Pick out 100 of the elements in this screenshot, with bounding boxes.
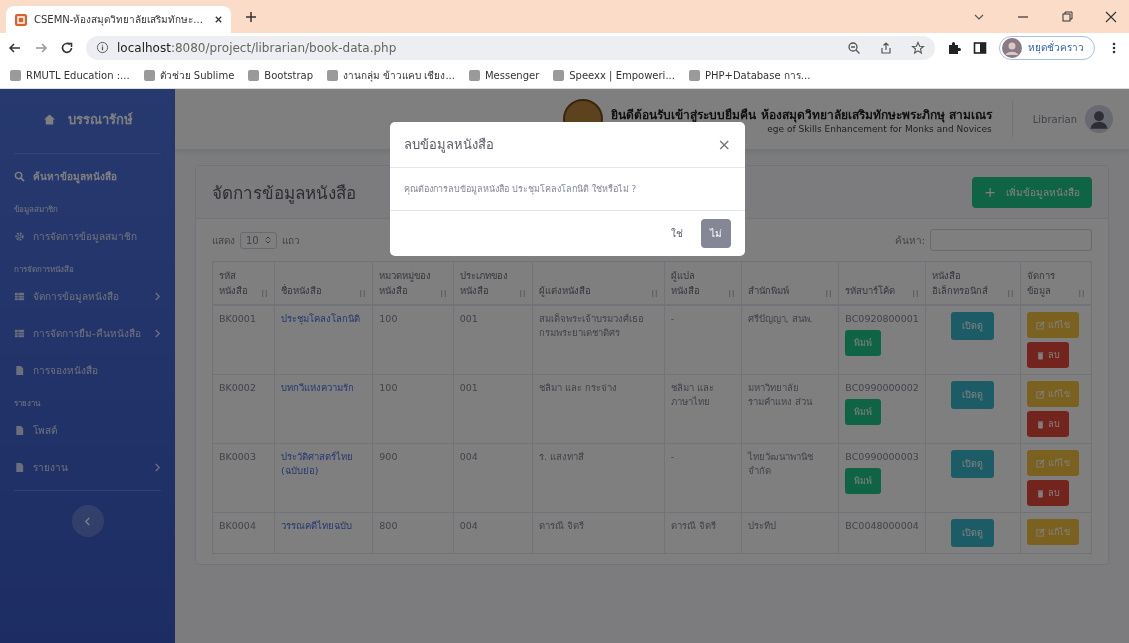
bookmark[interactable]: ตัวช่วย Sublime	[143, 67, 235, 83]
star-icon[interactable]	[911, 40, 925, 55]
column-header[interactable]: จัดการข้อมูล	[1020, 261, 1092, 305]
sort-icon	[359, 289, 367, 298]
bookmark[interactable]: งานกลุ่ม ข้าวแคบ เชียง...	[327, 67, 455, 83]
table-icon	[14, 328, 25, 339]
table-cell: ดารณี จิตรี	[664, 512, 742, 554]
table-cell: ประทีป	[741, 512, 839, 554]
sidebar-heading: การจัดการหนังสือ	[14, 264, 75, 276]
header-title: ยินดีต้อนรับเข้าสู่ระบบยืมคืน ห้องสมุดวิทยาลัยเสริมทักษะพระภิกษุ สามเณร	[611, 106, 992, 124]
column-header[interactable]: รหัสบาร์โค้ด	[838, 261, 926, 305]
sidebar-item[interactable]: จัดการข้อมูลหนังสือ	[14, 278, 161, 315]
close-icon[interactable]	[214, 15, 223, 24]
show-label: แสดง	[212, 233, 235, 248]
table-cell: 100	[372, 305, 454, 375]
confirm-button[interactable]: ใช่	[665, 225, 689, 242]
table-cell: 900	[372, 443, 454, 513]
sidebar-item[interactable]: การจัดการข้อมูลสมาชิก	[14, 218, 161, 255]
sidebar-heading: ข้อมูลสมาชิก	[14, 204, 59, 217]
share-icon[interactable]	[879, 40, 893, 55]
delete-button[interactable]: ลบ	[1027, 411, 1070, 437]
sort-icon	[1078, 289, 1085, 298]
table-cell: -	[664, 305, 742, 375]
table-cell: สมเด็จพระเจ้าบรมวงศ์เธอ กรมพระยาเดชาดิศร	[532, 305, 665, 375]
restore-icon[interactable]	[1061, 10, 1073, 23]
close-icon[interactable]	[1105, 10, 1117, 23]
print-button[interactable]: พิมพ์	[845, 467, 882, 494]
barcode-text: BC0048000004	[845, 519, 919, 533]
table-cell: 001	[453, 374, 533, 444]
table-cell: ไทยวัฒนาพานิช จำกัด	[741, 443, 839, 513]
gear-icon	[14, 231, 25, 242]
trash-icon	[1036, 419, 1046, 429]
column-header[interactable]: ประเภทของหนังสือ	[453, 261, 533, 305]
bookmark[interactable]: Bootstrap	[248, 69, 314, 81]
book-title-link[interactable]: บทกวีแห่งความรัก	[280, 381, 367, 395]
header-subtitle: ege of Skills Enhancement for Monks and Novices	[767, 123, 992, 134]
cancel-button[interactable]: ไม่	[701, 219, 731, 248]
search-icon	[14, 171, 25, 182]
edit-button[interactable]: แก้ไข	[1027, 519, 1080, 545]
sidebar-item[interactable]: โพสต์	[14, 412, 161, 449]
user-avatar-icon[interactable]	[1085, 105, 1113, 133]
book-title-link[interactable]: ประชุมโคลงโลกนิติ	[280, 312, 367, 326]
edit-button[interactable]: แก้ไข	[1027, 381, 1080, 407]
sidebar-icon[interactable]	[973, 40, 987, 55]
edit-button[interactable]: แก้ไข	[1027, 312, 1080, 338]
sort-icon	[825, 289, 833, 298]
view-button[interactable]: เปิดดู	[951, 381, 995, 409]
browser-tab[interactable]: CSEMN-ห้องสมุดวิทยาลัยเสริมทักษะ...	[6, 6, 231, 33]
user-name[interactable]: Librarian	[1032, 113, 1077, 125]
sidebar-heading: รายงาน	[14, 398, 42, 410]
column-header[interactable]: ชื่อหนังสือ	[274, 261, 373, 305]
edit-button[interactable]: แก้ไข	[1027, 450, 1080, 476]
column-header[interactable]: ผู้แปลหนังสือ	[664, 261, 742, 305]
print-button[interactable]: พิมพ์	[845, 398, 882, 425]
chevron-left-icon	[84, 516, 91, 526]
column-header[interactable]: ผู้แต่งหนังสือ	[532, 261, 665, 305]
select-caret-icon	[264, 236, 271, 244]
view-button[interactable]: เปิดดู	[951, 450, 995, 478]
print-button[interactable]: พิมพ์	[845, 329, 882, 356]
bookmark[interactable]: Messenger	[468, 69, 540, 81]
barcode-text: BC0990000002	[845, 381, 919, 395]
sidebar-item[interactable]: การจองหนังสือ	[14, 352, 161, 389]
sort-icon	[519, 289, 527, 298]
add-book-button[interactable]: + เพิ่มข้อมูลหนังสือ	[972, 176, 1092, 208]
new-tab-icon[interactable]	[245, 10, 257, 23]
address-bar[interactable]: localhost:8080/project/librarian/book-data.php	[86, 35, 935, 60]
back-arrow-icon[interactable]	[8, 40, 22, 55]
reload-icon[interactable]	[60, 40, 74, 55]
column-header[interactable]: หมวดหมู่ของหนังสือ	[372, 261, 454, 305]
file-icon	[14, 462, 25, 473]
view-button[interactable]: เปิดดู	[951, 519, 995, 547]
app-logo-icon	[14, 12, 28, 27]
sidebar-item[interactable]: ค้นหาข้อมูลหนังสือ	[14, 158, 161, 195]
avatar-icon	[1002, 37, 1022, 58]
trash-icon	[1036, 350, 1046, 360]
sort-icon	[439, 289, 447, 298]
bookmark[interactable]: RMUTL Education :...	[10, 69, 130, 81]
bookmark[interactable]: PHP+Database การ...	[688, 67, 811, 83]
barcode-text: BC0990000003	[845, 450, 919, 464]
info-icon	[96, 41, 109, 54]
delete-button[interactable]: ลบ	[1027, 342, 1070, 368]
edit-icon	[1036, 320, 1046, 330]
bookmark[interactable]: Speexx | Empoweri...	[553, 69, 675, 81]
sidebar-item[interactable]: การจัดการยืม-คืนหนังสือ	[14, 315, 161, 352]
close-button[interactable]: ×	[717, 135, 731, 154]
edit-icon	[1036, 458, 1046, 468]
sidebar-brand[interactable]: บรรณารักษ์	[14, 89, 161, 149]
zoom-icon[interactable]	[847, 40, 861, 55]
page-size-select[interactable]: 10	[240, 231, 277, 249]
column-header[interactable]: รหัสหนังสือ	[212, 261, 275, 305]
delete-button[interactable]: ลบ	[1027, 480, 1070, 506]
view-button[interactable]: เปิดดู	[951, 312, 995, 340]
table-cell: 004	[453, 443, 533, 513]
puzzle-icon[interactable]	[947, 40, 961, 55]
column-header[interactable]: หนังสืออิเล็กทรอนิกส์	[925, 261, 1021, 305]
sidebar-item[interactable]: รายงาน	[14, 449, 161, 486]
table-cell: -	[664, 443, 742, 513]
column-header[interactable]: สำนักพิมพ์	[741, 261, 839, 305]
table-cell: BK0002	[212, 374, 275, 444]
forward-arrow-icon[interactable]	[34, 40, 48, 55]
